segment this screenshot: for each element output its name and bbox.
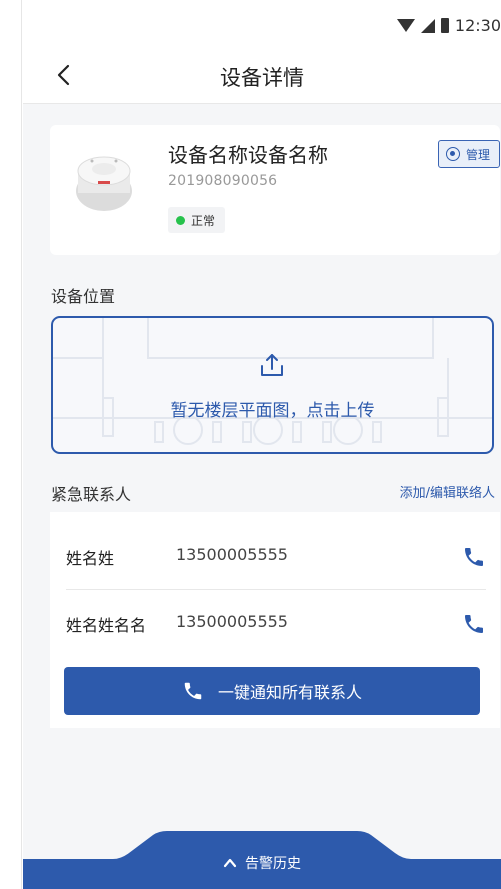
contact-phone: 13500005555 (176, 612, 288, 631)
phone-icon (184, 682, 202, 700)
manage-button[interactable]: 管理 (437, 140, 500, 168)
status-time: 12:30 (454, 16, 501, 35)
location-section-title: 设备位置 (51, 287, 116, 306)
chevron-up-icon (223, 858, 237, 868)
floor-plan-placeholder-graphic (53, 318, 492, 445)
notify-all-button[interactable]: 一键通知所有联系人 (64, 667, 480, 715)
device-id: 201908090056 (168, 173, 278, 189)
signal-icon (420, 18, 435, 33)
status-badge: 正常 (168, 207, 226, 233)
contact-row: 姓名姓名名 13500005555 (66, 592, 486, 656)
contact-name: 姓名姓名名 (66, 616, 147, 635)
upload-prompt-text: 暂无楼层平面图，点击上传 (170, 401, 375, 421)
edit-contacts-link[interactable]: 添加/编辑联络人 (400, 482, 495, 501)
notify-all-label: 一键通知所有联系人 (217, 683, 362, 702)
status-dot-icon (176, 215, 185, 225)
contacts-section-title: 紧急联系人 (51, 485, 132, 504)
device-detail-screen: 12:30 设备详情 设备名称设备名称 201908090056 正常 管理 设… (23, 0, 501, 889)
history-label: 告警历史 (245, 856, 301, 872)
phone-icon[interactable] (462, 545, 486, 569)
upload-icon (261, 354, 283, 376)
status-icons: 12:30 (396, 16, 501, 35)
manage-label: 管理 (465, 147, 490, 162)
phone-icon[interactable] (462, 612, 486, 636)
status-text: 正常 (191, 213, 216, 228)
row-divider (66, 589, 486, 590)
history-label-group: 告警历史 (23, 853, 501, 873)
nav-bar: 设备详情 (23, 50, 501, 104)
manage-icon (445, 147, 460, 161)
contacts-card: 姓名姓 13500005555 姓名姓名名 13500005555 一键通知所有… (50, 512, 500, 728)
device-name: 设备名称设备名称 (168, 143, 328, 167)
alarm-history-tab[interactable]: 告警历史 (23, 831, 501, 889)
contact-phone: 13500005555 (176, 545, 288, 564)
page-title: 设备详情 (220, 66, 304, 90)
device-card: 设备名称设备名称 201908090056 正常 管理 (50, 125, 500, 255)
status-bar: 12:30 (23, 0, 501, 50)
contact-name: 姓名姓 (66, 549, 115, 568)
smoke-detector-image (76, 156, 132, 211)
floor-plan-upload[interactable]: 暂无楼层平面图，点击上传 (51, 316, 494, 454)
wifi-icon (396, 19, 415, 32)
left-edge (0, 0, 22, 889)
battery-icon (440, 18, 449, 33)
contact-row: 姓名姓 13500005555 (66, 525, 486, 589)
